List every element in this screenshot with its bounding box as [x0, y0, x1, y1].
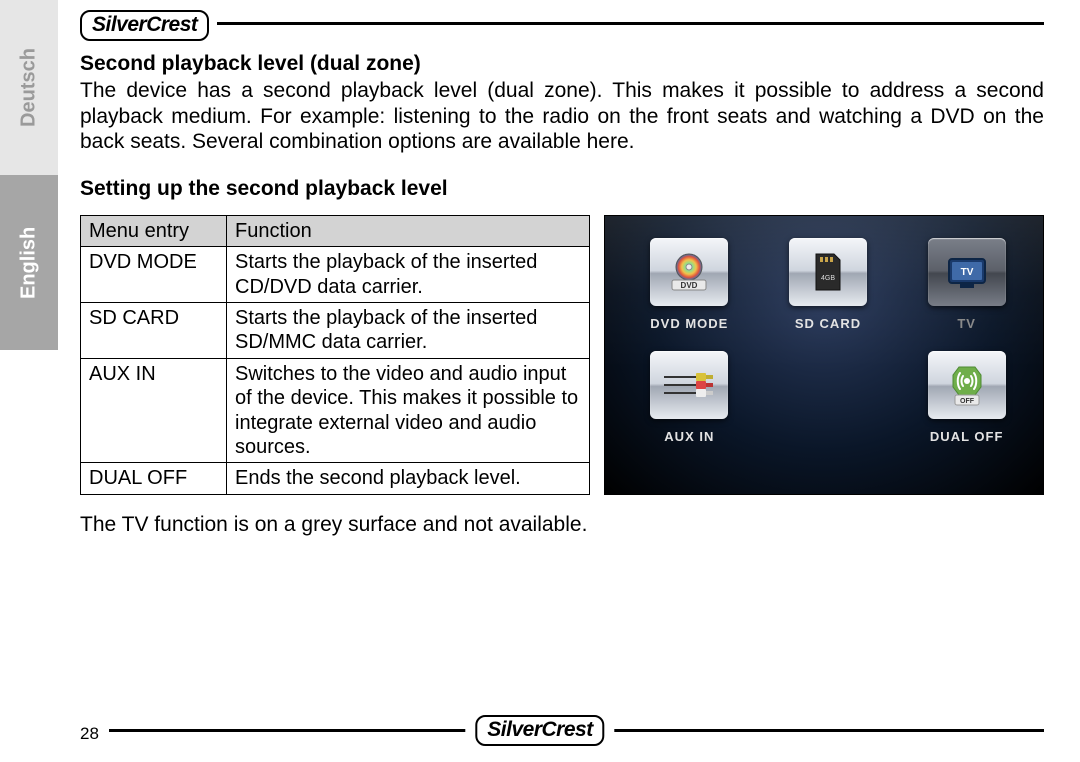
screen-item-tv: TV TV — [902, 238, 1031, 331]
heading-setup: Setting up the second playback level — [80, 177, 1044, 201]
screen-item-dualoff[interactable]: OFF DUAL OFF — [902, 351, 1031, 444]
tv-icon: TV — [928, 238, 1006, 306]
screen-label: SD CARD — [795, 316, 861, 331]
screen-item-dvd[interactable]: DVD DVD MODE — [625, 238, 754, 331]
brand-text: SilverCrest — [92, 13, 197, 36]
table-header-menu: Menu entry — [81, 215, 227, 246]
table-row: DUAL OFF Ends the second playback level. — [81, 463, 590, 494]
table-cell-func: Ends the second playback level. — [227, 463, 590, 494]
paragraph-dual-zone: The device has a second playback level (… — [80, 78, 1044, 155]
table-cell-entry: AUX IN — [81, 358, 227, 463]
svg-text:OFF: OFF — [960, 398, 975, 405]
lang-tab-deutsch[interactable]: Deutsch — [0, 0, 58, 175]
heading-dual-zone: Second playback level (dual zone) — [80, 52, 1044, 76]
table-cell-func: Switches to the video and audio input of… — [227, 358, 590, 463]
dualoff-icon: OFF — [928, 351, 1006, 419]
dvd-icon: DVD — [650, 238, 728, 306]
svg-text:DVD: DVD — [681, 281, 698, 290]
language-tabs: Deutsch English — [0, 0, 58, 350]
table-header-function: Function — [227, 215, 590, 246]
svg-text:TV: TV — [960, 267, 973, 278]
brand-logo-bottom: SilverCrest — [465, 715, 614, 746]
screen-label: AUX IN — [664, 429, 714, 444]
table-cell-entry: DUAL OFF — [81, 463, 227, 494]
lang-tab-english[interactable]: English — [0, 175, 58, 350]
table-row: SD CARD Starts the playback of the inser… — [81, 303, 590, 359]
note-tv-unavailable: The TV function is on a grey surface and… — [80, 513, 1044, 537]
brand-logo-top: SilverCrest — [80, 10, 217, 41]
table-cell-func: Starts the playback of the inserted SD/M… — [227, 303, 590, 359]
function-table: Menu entry Function DVD MODE Starts the … — [80, 215, 590, 495]
brand-text: SilverCrest — [487, 718, 592, 741]
table-cell-entry: DVD MODE — [81, 247, 227, 303]
table-cell-func: Starts the playback of the inserted CD/D… — [227, 247, 590, 303]
header-rule — [80, 22, 1044, 25]
screen-item-sdcard[interactable]: 4GB SD CARD — [764, 238, 893, 331]
device-screenshot: DVD DVD MODE 4GB SD CARD — [604, 215, 1044, 495]
aux-icon — [650, 351, 728, 419]
screen-label: TV — [957, 316, 976, 331]
page-content: Second playback level (dual zone) The de… — [80, 52, 1044, 537]
svg-text:4GB: 4GB — [821, 275, 835, 282]
screen-label: DUAL OFF — [930, 429, 1003, 444]
screen-label: DVD MODE — [650, 316, 728, 331]
sdcard-icon: 4GB — [789, 238, 867, 306]
page-number: 28 — [80, 724, 109, 744]
screen-item-auxin[interactable]: AUX IN — [625, 351, 754, 444]
table-row: AUX IN Switches to the video and audio i… — [81, 358, 590, 463]
table-cell-entry: SD CARD — [81, 303, 227, 359]
table-row: DVD MODE Starts the playback of the inse… — [81, 247, 590, 303]
